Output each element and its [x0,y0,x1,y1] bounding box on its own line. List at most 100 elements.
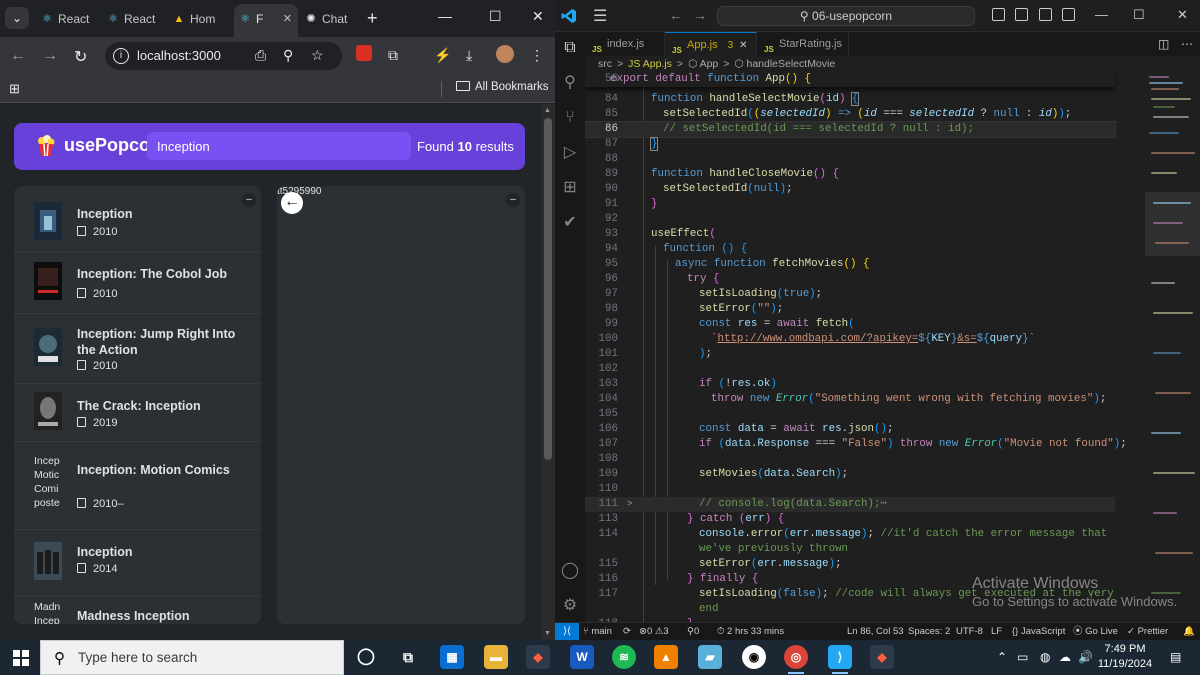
remote-icon[interactable]: ⟩⟨ [555,623,579,640]
system-clock[interactable]: 7:49 PM 11/19/2024 [1095,642,1155,672]
customize-layout-icon[interactable] [1062,8,1075,21]
code-line[interactable]: 97 setIsLoading(true); [585,287,1115,302]
scrollbar-thumb[interactable] [544,118,552,460]
sticky-scroll-line[interactable]: 56 export default function App() { [585,72,1115,87]
list-item[interactable]: Inception: Jump Right Into the Action 20… [14,314,261,384]
word-icon[interactable]: W [570,645,594,669]
battery-icon[interactable]: ▭ [1017,650,1028,664]
command-center-search[interactable]: ⚲ 06-usepopcorn [717,6,975,26]
more-menu-icon[interactable]: ⋮ [530,47,544,64]
fold-chevron-icon[interactable]: > [627,497,632,512]
minimap[interactable] [1145,72,1200,622]
code-editor[interactable]: 56 export default function App() { 84 func… [585,72,1200,622]
windows-start-icon[interactable] [13,650,29,666]
scroll-down-icon[interactable]: ▼ [544,630,551,637]
close-window-icon[interactable]: ✕ [1177,7,1188,23]
list-item[interactable]: Inception: The Cobol Job 2010 [14,252,261,314]
tab-home[interactable]: ▲ Hom [168,6,230,32]
profile-avatar[interactable] [496,45,514,63]
tab-usepopcorn[interactable]: ⚛ F ✕ [234,4,298,37]
breadcrumb-file[interactable]: JS App.js [628,58,672,70]
toggle-sidebar-icon[interactable] [992,8,1005,21]
code-line[interactable]: 99 const res = await fetch( [585,317,1115,332]
hamburger-menu-icon[interactable]: ☰ [593,6,607,26]
chrome-icon[interactable]: ◎ [784,645,808,674]
code-line[interactable]: 109 setMovies(data.Search); [585,467,1115,482]
code-line[interactable]: 110 [585,482,1115,497]
list-item[interactable]: Madn Incep Madness Inception 2022 [14,596,261,624]
settings-gear-icon[interactable]: ⚙ [561,597,579,615]
toggle-secondary-sidebar-icon[interactable] [1039,8,1052,21]
back-arrow-icon[interactable]: ← [669,7,683,23]
code-line[interactable]: 90 setSelectedId(null); [585,182,1115,197]
code-line[interactable]: 108 [585,452,1115,467]
new-tab-plus-icon[interactable]: + [367,8,378,28]
store-icon[interactable]: ▦ [440,645,464,669]
address-bar[interactable]: i localhost:3000 ⎙ ⚲ ☆ [105,42,342,70]
tab-react-1[interactable]: ⚛ React [36,6,98,32]
eol-status[interactable]: LF [991,623,1002,640]
code-line[interactable]: 94 function () { [585,242,1115,257]
apps-grid-icon[interactable]: ⊞ [9,81,20,97]
ports-status[interactable]: ⚲0 [687,623,699,640]
code-line[interactable]: 102 [585,362,1115,377]
reload-icon[interactable]: ↻ [74,47,87,67]
code-line-current[interactable]: 86// setSelectedId(id === selectedId ? n… [585,121,1116,138]
task-view-icon[interactable]: ⧉ [396,645,420,669]
tab-chatgpt[interactable]: ✺ Chat [300,6,360,32]
install-app-icon[interactable]: ⎙ [255,47,266,64]
notifications-icon[interactable]: ▤ [1170,650,1181,664]
forward-arrow-icon[interactable]: → [693,7,707,23]
github-icon[interactable]: ◉ [742,645,766,669]
code-line[interactable]: 103 if (!res.ok) [585,377,1115,392]
code-line[interactable]: 92 [585,212,1115,227]
list-item[interactable]: Inception 2010 [14,186,261,252]
close-tab-icon[interactable]: ✕ [739,40,747,51]
notifications-bell-icon[interactable]: 🔔 [1183,623,1195,640]
code-line[interactable]: 85 setSelectedId((selectedId) => (id === … [585,107,1115,122]
cloud-icon[interactable]: ☁ [1059,650,1071,664]
language-mode-status[interactable]: {} JavaScript [1012,623,1065,640]
indentation-status[interactable]: Spaces: 2 [908,623,950,640]
code-line[interactable]: 100 `http://www.omdbapi.com/?apikey=${KEY… [585,332,1115,347]
volume-icon[interactable]: 🔊 [1078,650,1093,664]
code-line[interactable]: 91} [585,197,1115,212]
run-debug-icon[interactable]: ▷ [561,144,579,162]
extension-red-icon[interactable] [356,45,372,61]
tab-react-2[interactable]: ⚛ React [102,6,164,32]
address-url[interactable]: localhost:3000 [137,48,221,63]
list-item[interactable]: The Crack: Inception 2019 [14,384,261,442]
spotify-icon[interactable]: ≋ [612,645,636,669]
tab-starrating-js[interactable]: JS StarRating.js [757,32,849,56]
close-window-icon[interactable]: ✕ [532,8,544,25]
code-line[interactable]: 101); [585,347,1115,362]
code-line[interactable]: 113} catch (err) { [585,512,1115,527]
branch-status[interactable]: ⑂ main [583,623,612,640]
code-line[interactable]: 104 throw new Error("Something went wrong… [585,392,1115,407]
network-icon[interactable]: ◍ [1040,650,1050,664]
vlc-icon[interactable]: ▲ [654,645,678,669]
breadcrumb-app[interactable]: ⬡ App [688,58,718,70]
code-line[interactable]: 88 [585,152,1115,167]
code-line[interactable]: 95 async function fetchMovies() { [585,257,1115,272]
all-bookmarks-button[interactable]: All Bookmarks [456,81,549,93]
more-actions-icon[interactable]: ⋯ [1181,37,1193,51]
notes-app-icon[interactable]: ▰ [698,645,722,669]
tab-search-chevron-icon[interactable]: ⌄ [5,7,29,29]
prettier-status[interactable]: ✓ Prettier [1127,623,1168,640]
tab-index-js[interactable]: JS index.js [585,32,665,56]
show-hidden-icons[interactable]: ⌃ [997,650,1007,664]
code-line[interactable]: 84 function handleSelectMovie(id) { [585,92,1115,107]
breadcrumb-src[interactable]: src [598,58,612,70]
vscode-taskbar-icon[interactable]: ⟩ [828,645,852,674]
maximize-icon[interactable]: ☐ [489,8,502,25]
code-line[interactable]: 114 console.error(err.message); //it'd ca… [585,527,1115,542]
cursor-position-status[interactable]: Ln 86, Col 53 [847,623,904,640]
cortana-icon[interactable]: ◯ [354,645,378,669]
toggle-panel-icon[interactable] [1015,8,1028,21]
split-editor-icon[interactable]: ◫ [1158,37,1169,51]
breadcrumb-function[interactable]: ⬡ handleSelectMovie [734,58,835,70]
download-icon[interactable]: ⤓ [466,47,472,64]
code-line[interactable]: 96 try { [585,272,1115,287]
code-line[interactable]: 106 const data = await res.json(); [585,422,1115,437]
